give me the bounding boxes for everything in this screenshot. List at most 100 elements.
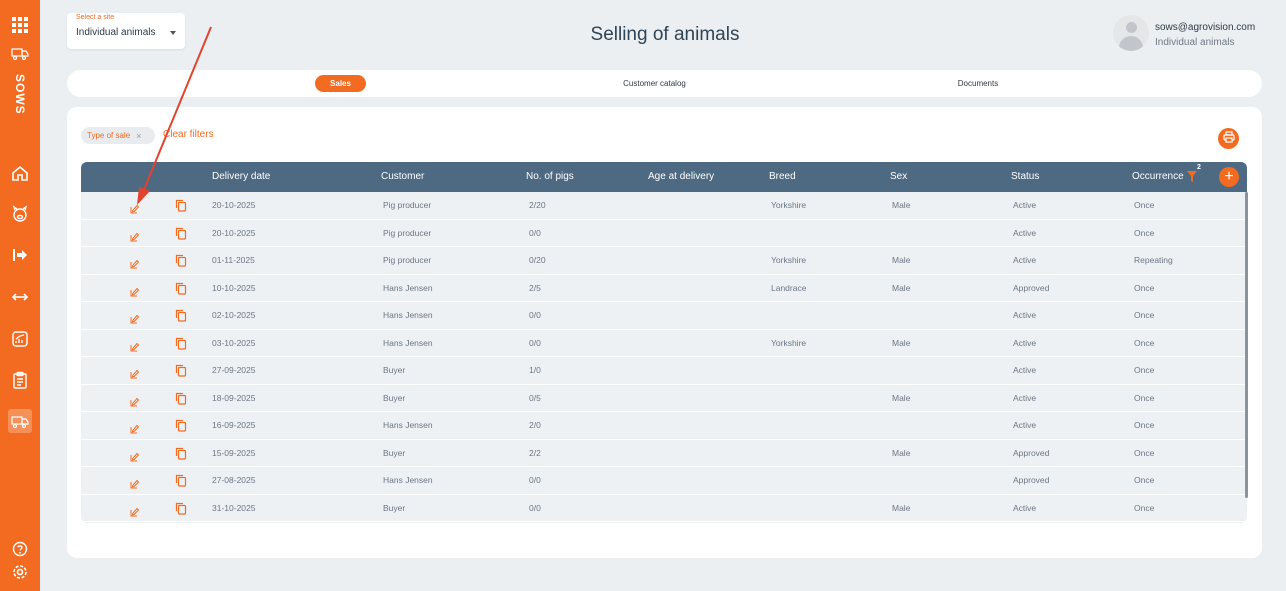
cell-delivery-date: 18-09-2025 <box>212 392 256 403</box>
printer-icon <box>1222 130 1235 148</box>
clear-filters-link[interactable]: Clear filters <box>163 129 214 140</box>
cell-occurrence: Once <box>1134 392 1155 403</box>
copy-icon[interactable] <box>175 227 187 240</box>
cell-occurrence: Once <box>1134 310 1155 320</box>
table-row[interactable]: 01-11-2025 Pig producer 0/20 Yorkshire Male A… <box>81 247 1247 275</box>
table-row[interactable]: 02-10-2025 Hans Jensen 0/0 Active Once <box>81 302 1247 330</box>
login-arrow-icon[interactable] <box>8 243 32 267</box>
copy-icon[interactable] <box>175 419 187 432</box>
column-header-occurrence[interactable]: Occurrence <box>1132 162 1184 192</box>
filter-chip-label: Type of sale <box>87 131 131 140</box>
edit-icon[interactable] <box>130 476 140 489</box>
edit-icon[interactable] <box>130 421 140 434</box>
column-header-breed[interactable]: Breed <box>769 162 796 192</box>
cell-customer: Buyer <box>383 392 406 403</box>
table-row[interactable]: 18-09-2025 Buyer 0/5 Male Active Once <box>81 385 1247 412</box>
cell-occurrence: Once <box>1134 200 1155 210</box>
filter-chip[interactable]: Type of sale × <box>81 127 155 144</box>
close-icon[interactable]: × <box>136 131 141 141</box>
column-header-no-of-pigs[interactable]: No. of pigs <box>526 162 574 192</box>
copy-icon[interactable] <box>175 282 187 295</box>
avatar[interactable] <box>1113 15 1149 51</box>
user-email: sows@agrovision.com <box>1155 22 1256 33</box>
edit-icon[interactable] <box>130 256 140 269</box>
table-row[interactable]: 03-10-2025 Hans Jensen 0/0 Yorkshire Male Act… <box>81 330 1247 357</box>
copy-icon[interactable] <box>175 502 187 515</box>
tab-documents[interactable]: Documents <box>937 75 1019 92</box>
table-row[interactable]: 16-09-2025 Hans Jensen 2/0 Active Once <box>81 412 1247 440</box>
cell-delivery-date: 02-10-2025 <box>212 310 256 320</box>
cell-customer: Pig producer <box>383 200 432 210</box>
tab-sales[interactable]: Sales <box>315 75 366 92</box>
page-title: Selling of animals <box>590 24 740 45</box>
scrollbar[interactable] <box>1245 192 1248 498</box>
cell-occurrence: Once <box>1134 337 1155 348</box>
table-row[interactable]: 20-10-2025 Pig producer 0/0 Active Once <box>81 220 1247 247</box>
cell-sex: Male <box>892 392 911 403</box>
cell-sex: Male <box>892 447 911 458</box>
column-header-status[interactable]: Status <box>1011 162 1039 192</box>
site-select[interactable]: Select a site Individual animals <box>67 13 185 49</box>
edit-icon[interactable] <box>130 449 140 461</box>
copy-icon[interactable] <box>175 474 187 487</box>
edit-icon[interactable] <box>130 339 140 351</box>
truck-small-icon[interactable] <box>8 41 32 65</box>
copy-icon[interactable] <box>175 447 187 460</box>
column-header-sex[interactable]: Sex <box>890 162 907 192</box>
edit-icon[interactable] <box>130 229 140 241</box>
tab-customer-catalog[interactable]: Customer catalog <box>602 75 707 92</box>
cell-customer: Pig producer <box>383 227 432 238</box>
cell-no-of-pigs: 2/5 <box>529 282 541 293</box>
transfer-arrows-icon[interactable] <box>8 285 32 309</box>
settings-icon[interactable] <box>8 560 32 584</box>
edit-icon[interactable] <box>130 504 140 516</box>
table-row[interactable]: 15-09-2025 Buyer 2/2 Male Approved Once <box>81 440 1247 467</box>
home-icon[interactable] <box>8 161 32 185</box>
column-header-age-at-delivery[interactable]: Age at delivery <box>648 162 714 192</box>
add-sale-button[interactable]: + <box>1219 167 1239 187</box>
column-header-delivery-date[interactable]: Delivery date <box>212 162 270 192</box>
cell-no-of-pigs: 0/0 <box>529 337 541 348</box>
cell-no-of-pigs: 2/2 <box>529 447 541 458</box>
table-row[interactable]: 31-10-2025 Buyer 0/0 Male Active Once <box>81 495 1247 522</box>
cell-customer: Buyer <box>383 365 406 375</box>
cell-no-of-pigs: 0/5 <box>529 392 541 403</box>
edit-icon[interactable] <box>130 284 140 296</box>
edit-icon[interactable] <box>130 366 140 379</box>
table-row[interactable]: 27-08-2025 Hans Jensen 0/0 Approved Once <box>81 467 1247 495</box>
chart-icon[interactable] <box>8 327 32 351</box>
pig-icon[interactable] <box>8 202 32 226</box>
delivery-truck-icon[interactable] <box>8 409 32 433</box>
cell-occurrence: Once <box>1134 365 1155 375</box>
copy-icon[interactable] <box>175 364 187 377</box>
apps-grid-icon[interactable] <box>8 13 32 37</box>
edit-icon[interactable] <box>130 394 140 406</box>
cell-sex: Male <box>892 282 911 293</box>
cell-customer: Hans Jensen <box>383 420 433 430</box>
table-row[interactable]: 27-09-2025 Buyer 1/0 Active Once <box>81 357 1247 385</box>
site-select-value: Individual animals <box>76 27 156 38</box>
copy-icon[interactable] <box>175 309 187 322</box>
clipboard-icon[interactable] <box>8 368 32 392</box>
table-row[interactable]: 10-10-2025 Hans Jensen 2/5 Landrace Male Appr… <box>81 275 1247 302</box>
print-button[interactable] <box>1218 128 1239 149</box>
column-header-customer[interactable]: Customer <box>381 162 424 192</box>
table-row[interactable]: 20-10-2025 Pig producer 2/20 Yorkshire Male A… <box>81 192 1247 220</box>
cell-customer: Hans Jensen <box>383 337 433 348</box>
copy-icon[interactable] <box>175 337 187 350</box>
cell-sex: Male <box>892 337 911 348</box>
sidebar: SOWS <box>0 0 40 591</box>
help-icon[interactable] <box>8 537 32 561</box>
copy-icon[interactable] <box>175 254 187 267</box>
cell-sex: Male <box>892 255 911 265</box>
edit-icon[interactable] <box>130 201 140 214</box>
filter-icon[interactable] <box>1186 170 1198 184</box>
copy-icon[interactable] <box>175 392 187 405</box>
cell-breed: Yorkshire <box>771 255 807 265</box>
tabs-bar: Sales Customer catalog Documents <box>67 70 1262 97</box>
copy-icon[interactable] <box>175 199 187 212</box>
user-site: Individual animals <box>1155 37 1235 48</box>
edit-icon[interactable] <box>130 311 140 324</box>
table-body: 20-10-2025 Pig producer 2/20 Yorkshire Male A… <box>81 192 1247 523</box>
site-select-label: Select a site <box>76 14 115 21</box>
